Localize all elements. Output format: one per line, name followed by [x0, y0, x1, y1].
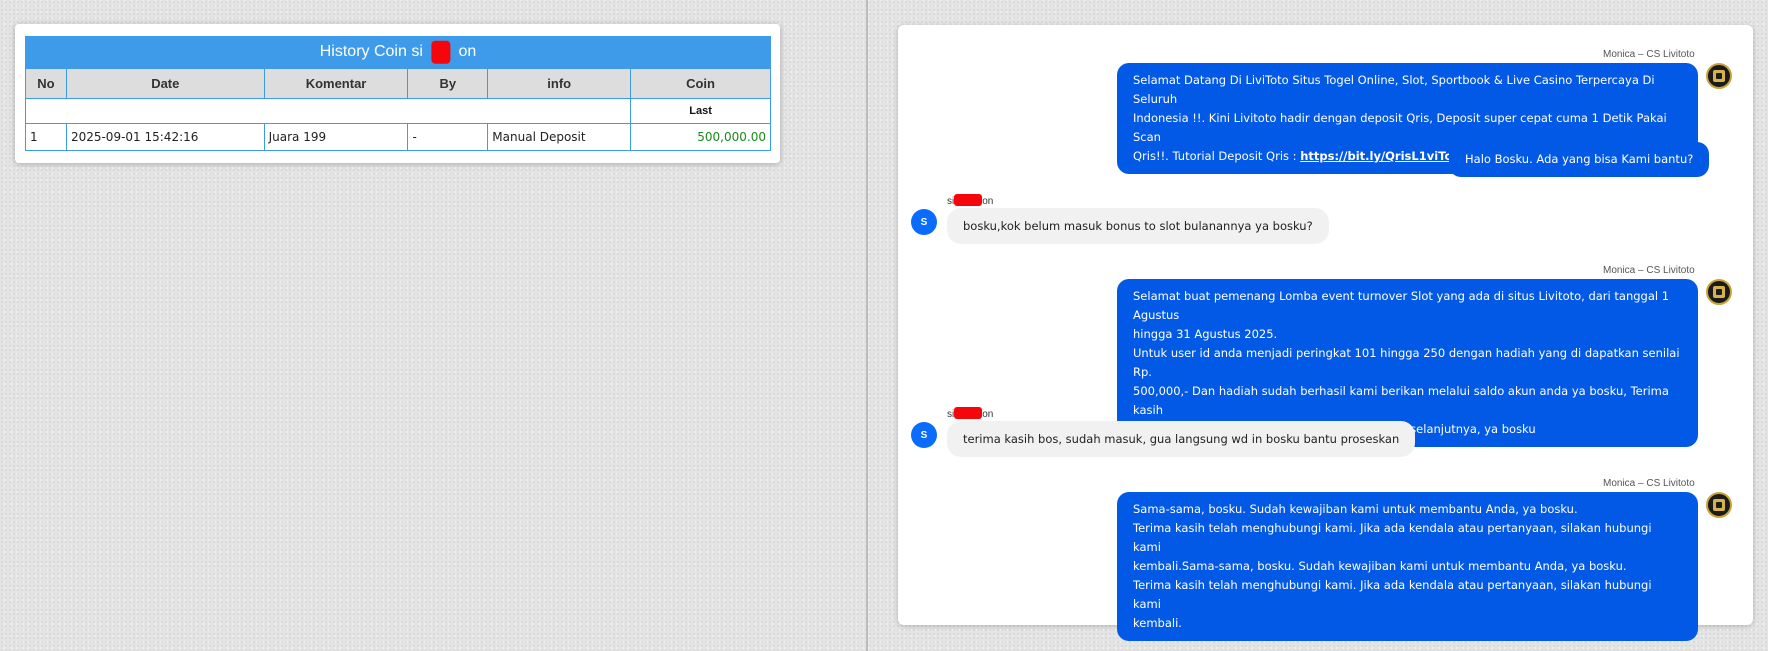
table-row: 1 2025-09-01 15:42:16 Juara 199 - Manual… — [25, 123, 771, 151]
message-line: Sama-sama, bosku. Sudah kewajiban kami u… — [1133, 502, 1578, 516]
message-text: Halo Bosku. Ada yang bisa Kami bantu? — [1465, 152, 1694, 166]
agent-avatar — [1706, 279, 1732, 305]
coin-history-table: No Date Komentar By info Coin Last 1 202… — [24, 68, 771, 151]
column-header-komentar[interactable]: Komentar — [263, 68, 409, 99]
user-name-prefix: si — [947, 409, 955, 420]
user-sender-label: si on — [947, 194, 993, 207]
message-line: Terima kasih telah menghubungi kami. Jik… — [1133, 578, 1652, 611]
cell-info: Manual Deposit — [487, 123, 632, 151]
message-line: hingga 31 Agustus 2025. — [1133, 327, 1278, 341]
message-text: bosku,kok belum masuk bonus to slot bula… — [963, 219, 1313, 233]
message-line: Selamat Datang Di LiviToto Situs Togel O… — [1133, 73, 1655, 106]
agent-message-bubble: Halo Bosku. Ada yang bisa Kami bantu? — [1449, 142, 1710, 177]
redaction-mark — [431, 40, 451, 64]
user-avatar: S — [911, 209, 937, 235]
agent-message-bubble: Sama-sama, bosku. Sudah kewajiban kami u… — [1117, 492, 1698, 641]
message-line: 500,000,- Dan hadiah sudah berhasil kami… — [1133, 384, 1669, 417]
agent-logo-icon — [1713, 286, 1725, 298]
cell-coin: 500,000.00 — [630, 123, 771, 151]
user-name-suffix: on — [982, 409, 994, 420]
cell-komentar: Juara 199 — [263, 123, 409, 151]
message-text: Qris!!. Tutorial Deposit Qris : — [1133, 149, 1301, 163]
qris-tutorial-link[interactable]: https://bit.ly/QrisL1viTot0 — [1300, 149, 1466, 163]
panel-divider — [866, 0, 868, 651]
message-line: Terima kasih telah menghubungi kami. Jik… — [1133, 521, 1652, 554]
message-line: Untuk user id anda menjadi peringkat 101… — [1133, 346, 1680, 379]
last-row-spacer — [24, 98, 632, 124]
message-line: kembali. — [1133, 616, 1182, 630]
cell-by: - — [407, 123, 489, 151]
column-header-by[interactable]: By — [407, 68, 489, 99]
agent-avatar — [1706, 63, 1732, 89]
column-header-coin[interactable]: Coin — [630, 68, 771, 99]
user-name-suffix: on — [982, 196, 994, 207]
agent-sender-label: Monica – CS Livitoto — [1603, 478, 1695, 489]
coin-history-panel: History Coin si on No Date Komentar By i… — [15, 24, 780, 163]
message-text: terima kasih bos, sudah masuk, gua langs… — [963, 432, 1400, 446]
cell-no: 1 — [25, 123, 67, 151]
agent-sender-label: Monica – CS Livitoto — [1603, 49, 1695, 60]
user-name-prefix: si — [947, 196, 955, 207]
agent-logo-icon — [1713, 70, 1725, 82]
redaction-mark — [954, 407, 983, 419]
chat-panel: Monica – CS Livitoto Selamat Datang Di L… — [898, 25, 1753, 641]
user-avatar: S — [911, 422, 937, 448]
message-line: kembali.Sama-sama, bosku. Sudah kewajiba… — [1133, 559, 1627, 573]
title-suffix: on — [458, 43, 477, 60]
agent-sender-label: Monica – CS Livitoto — [1603, 265, 1695, 276]
title-prefix: History Coin si — [319, 43, 423, 60]
coin-history-title: History Coin si on — [25, 36, 771, 68]
agent-avatar — [1706, 492, 1732, 518]
last-label: Last — [630, 98, 771, 124]
message-line: Selamat buat pemenang Lomba event turnov… — [1133, 289, 1670, 322]
cell-date: 2025-09-01 15:42:16 — [65, 123, 265, 151]
user-message-bubble: terima kasih bos, sudah masuk, gua langs… — [947, 421, 1416, 457]
column-header-info[interactable]: info — [487, 68, 632, 99]
agent-logo-icon — [1713, 499, 1725, 511]
column-header-no[interactable]: No — [25, 68, 67, 99]
redaction-mark — [954, 194, 983, 206]
redacted-name — [423, 40, 459, 64]
user-message-bubble: bosku,kok belum masuk bonus to slot bula… — [947, 208, 1329, 244]
user-sender-label: si on — [947, 407, 993, 420]
column-header-date[interactable]: Date — [65, 68, 265, 99]
